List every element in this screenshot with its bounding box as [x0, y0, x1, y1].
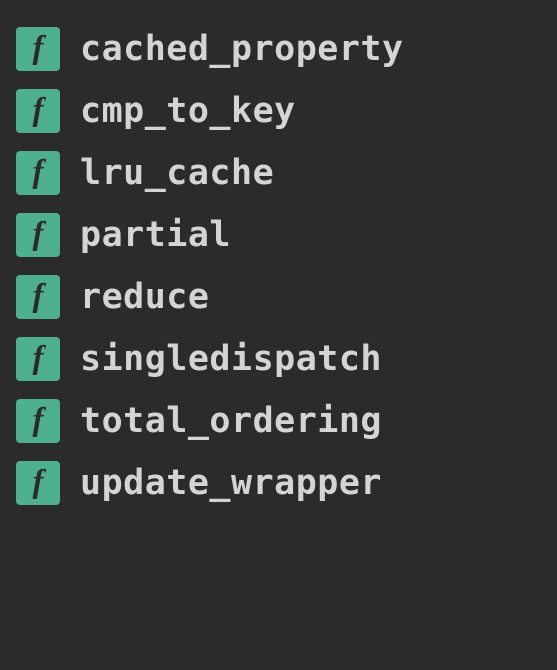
- item-label: update_wrapper: [80, 463, 382, 503]
- function-icon: [16, 213, 60, 257]
- list-item[interactable]: total_ordering: [10, 390, 547, 452]
- function-icon: [16, 151, 60, 195]
- item-label: cached_property: [80, 29, 404, 69]
- list-item[interactable]: lru_cache: [10, 142, 547, 204]
- item-label: singledispatch: [80, 339, 382, 379]
- list-item[interactable]: reduce: [10, 266, 547, 328]
- list-item[interactable]: cached_property: [10, 18, 547, 80]
- list-item[interactable]: cmp_to_key: [10, 80, 547, 142]
- function-icon: [16, 275, 60, 319]
- completion-list: cached_property cmp_to_key lru_cache par…: [10, 18, 547, 514]
- item-label: cmp_to_key: [80, 91, 296, 131]
- function-icon: [16, 337, 60, 381]
- list-item[interactable]: partial: [10, 204, 547, 266]
- list-item[interactable]: singledispatch: [10, 328, 547, 390]
- item-label: partial: [80, 215, 231, 255]
- item-label: lru_cache: [80, 153, 274, 193]
- item-label: total_ordering: [80, 401, 382, 441]
- function-icon: [16, 27, 60, 71]
- function-icon: [16, 461, 60, 505]
- function-icon: [16, 399, 60, 443]
- item-label: reduce: [80, 277, 209, 317]
- list-item[interactable]: update_wrapper: [10, 452, 547, 514]
- function-icon: [16, 89, 60, 133]
